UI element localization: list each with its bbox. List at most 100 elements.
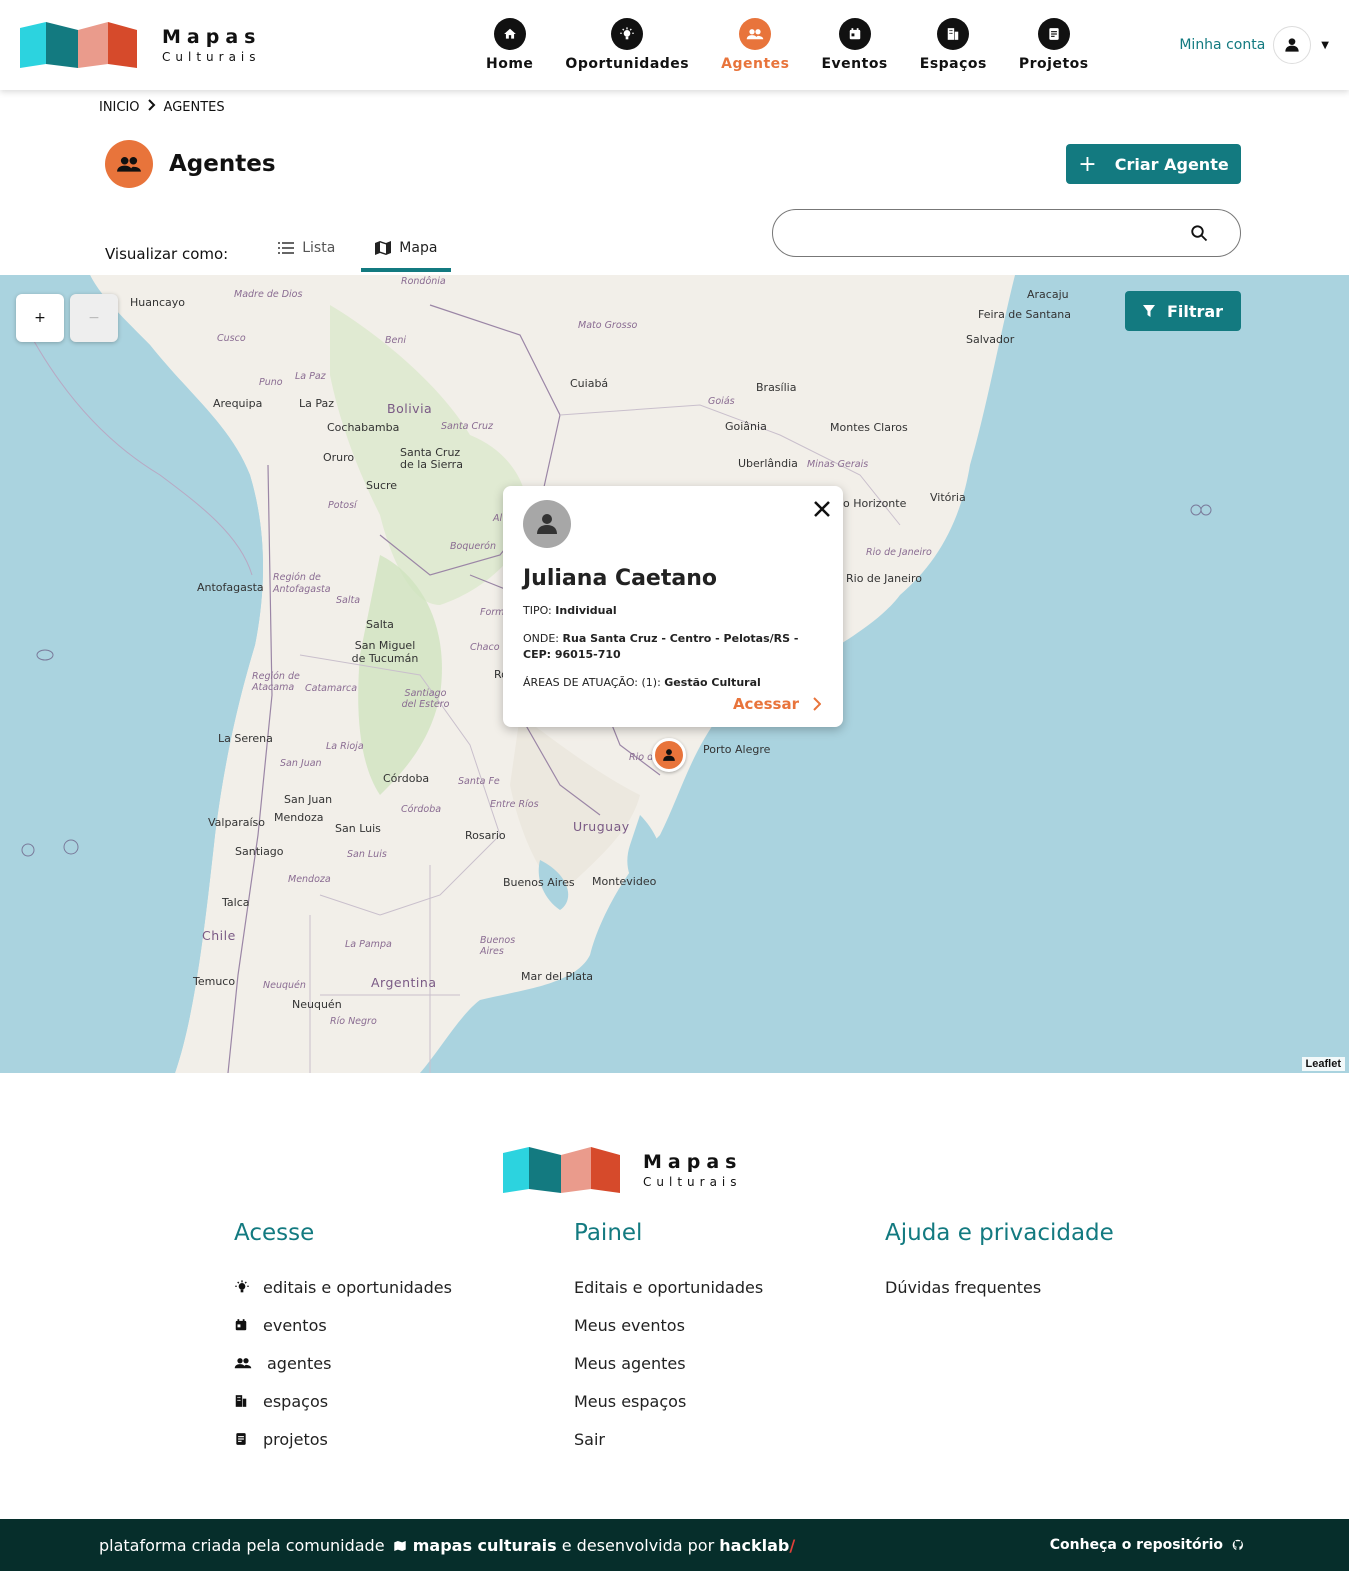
- map-label: Sucre: [366, 479, 398, 492]
- map-label: Catamarca: [305, 683, 358, 694]
- breadcrumb-home[interactable]: INICIO: [99, 100, 140, 115]
- footer-heading: Painel: [574, 1220, 643, 1246]
- repository-link[interactable]: Conheça o repositório: [1050, 1537, 1245, 1553]
- map-label: Mato Grosso: [578, 320, 638, 331]
- footer-link-espacos[interactable]: espaços: [234, 1382, 452, 1420]
- document-icon: [234, 1432, 252, 1446]
- community-link[interactable]: mapas culturais: [413, 1536, 557, 1555]
- map-label: Buenos Aires: [480, 935, 516, 957]
- map-label: Neuquén: [263, 980, 306, 991]
- access-agent-link[interactable]: Acessar: [733, 695, 821, 713]
- tab-lista[interactable]: Lista: [264, 236, 349, 272]
- credits: plataforma criada pela comunidade mapas …: [99, 1536, 795, 1555]
- footer-link-duvidas[interactable]: Dúvidas frequentes: [885, 1268, 1114, 1306]
- plus-icon: +: [1078, 151, 1097, 177]
- repository-label: Conheça o repositório: [1049, 1537, 1223, 1553]
- caret-down-icon: ▼: [1321, 39, 1329, 51]
- map-label: Santa Cruz de la Sierra: [400, 446, 463, 471]
- map-view[interactable]: Huancayo Madre de Dios Rondônia Aracaju …: [0, 275, 1349, 1073]
- github-icon: [1232, 1539, 1243, 1551]
- nav-home[interactable]: Home: [470, 18, 549, 72]
- main-nav: Home Oportunidades Agentes Eventos Espaç…: [470, 18, 1105, 72]
- logo-subtitle: Culturais: [162, 50, 261, 64]
- tab-label: Lista: [302, 240, 336, 256]
- close-icon[interactable]: [811, 498, 833, 520]
- footer-link-editais[interactable]: Editais e oportunidades: [574, 1268, 763, 1306]
- nav-projetos[interactable]: Projetos: [1003, 18, 1105, 72]
- footer-link-projetos[interactable]: projetos: [234, 1420, 452, 1458]
- map-label: Antofagasta: [197, 581, 264, 594]
- map-attribution[interactable]: Leaflet: [1301, 1057, 1345, 1071]
- agent-location: ONDE: Rua Santa Cruz - Centro - Pelotas/…: [523, 631, 823, 663]
- hacklab-link[interactable]: hacklab: [719, 1536, 789, 1555]
- map-label: Santa Cruz: [441, 421, 493, 432]
- footer-link-sair[interactable]: Sair: [574, 1420, 763, 1458]
- footer-link-meus-espacos[interactable]: Meus espaços: [574, 1382, 763, 1420]
- home-icon: [493, 18, 526, 50]
- agent-map-marker[interactable]: [652, 738, 686, 772]
- logo-mark-icon: [503, 1147, 620, 1193]
- people-icon: [105, 140, 153, 188]
- map-icon: [375, 241, 392, 255]
- filter-button[interactable]: Filtrar: [1125, 291, 1241, 331]
- list-icon: [278, 242, 295, 254]
- footer-link-meus-agentes[interactable]: Meus agentes: [574, 1344, 763, 1382]
- map-label: Salta: [366, 618, 394, 631]
- map-label: Rio de Janeiro: [846, 572, 922, 585]
- zoom-in-button[interactable]: +: [16, 294, 64, 342]
- nav-eventos[interactable]: Eventos: [805, 18, 903, 72]
- zoom-out-button[interactable]: −: [70, 294, 118, 342]
- map-label: Chaco: [470, 642, 500, 653]
- map-label: San Luis: [335, 822, 381, 835]
- footer-link-meus-eventos[interactable]: Meus eventos: [574, 1306, 763, 1344]
- footer-logo[interactable]: Mapas Culturais: [503, 1145, 742, 1195]
- map-label: Río Negro: [330, 1016, 377, 1027]
- site-logo[interactable]: Mapas Culturais: [20, 20, 261, 70]
- nav-label: Espaços: [919, 56, 987, 72]
- nav-oportunidades[interactable]: Oportunidades: [549, 18, 705, 72]
- footer-link-eventos[interactable]: eventos: [234, 1306, 452, 1344]
- map-label: San Miguel de Tucumán: [351, 639, 419, 665]
- footer-col-painel: Painel Editais e oportunidades Meus even…: [574, 1220, 763, 1458]
- tab-mapa[interactable]: Mapa: [361, 236, 452, 272]
- map-label: Form: [480, 607, 505, 618]
- logo-title: Mapas: [162, 26, 262, 48]
- agent-type-label: TIPO:: [523, 604, 552, 617]
- nav-espacos[interactable]: Espaços: [904, 18, 1003, 72]
- map-label: Potosí: [328, 500, 357, 511]
- search-icon[interactable]: [1190, 224, 1208, 246]
- user-avatar-icon: [1273, 26, 1312, 64]
- map-label: Cochabamba: [327, 421, 400, 434]
- footer-link-agentes[interactable]: agentes: [234, 1344, 452, 1382]
- nav-agentes[interactable]: Agentes: [705, 18, 805, 72]
- map-label: Santiago del Estero: [401, 688, 450, 710]
- search-input[interactable]: [793, 210, 1173, 256]
- map-label: La Paz: [295, 371, 326, 382]
- footer-col-acesse: Acesse editais e oportunidades eventos a…: [234, 1220, 452, 1458]
- nav-label: Agentes: [721, 56, 790, 72]
- account-label: Minha conta: [1179, 37, 1266, 53]
- map-label: Rio de Janeiro: [866, 547, 932, 558]
- map-label: La Serena: [218, 732, 273, 745]
- document-icon: [1037, 18, 1070, 50]
- footer-link-oportunidades[interactable]: editais e oportunidades: [234, 1268, 452, 1306]
- map-label: Goiás: [708, 396, 735, 407]
- map-label: Salta: [336, 595, 361, 606]
- nav-label: Home: [486, 56, 534, 72]
- footer-link-label: projetos: [263, 1429, 328, 1449]
- people-icon: [739, 18, 772, 50]
- map-label: La Pampa: [345, 939, 392, 950]
- create-agent-button[interactable]: + Criar Agente: [1066, 144, 1241, 184]
- map-label: Argentina: [371, 975, 437, 990]
- search-box: [772, 209, 1241, 257]
- map-label: Buenos Aires: [503, 876, 575, 889]
- account-menu[interactable]: Minha conta ▼: [1179, 26, 1329, 64]
- map-label: Feira de Santana: [978, 308, 1072, 321]
- breadcrumb-current: AGENTES: [163, 99, 225, 115]
- map-label: Neuquén: [292, 998, 342, 1011]
- map-label: Talca: [222, 896, 250, 909]
- map-label: Montevideo: [592, 875, 657, 888]
- page-title: Agentes: [169, 151, 276, 177]
- chevron-right-icon: [147, 99, 156, 115]
- map-label: Porto Alegre: [703, 743, 771, 756]
